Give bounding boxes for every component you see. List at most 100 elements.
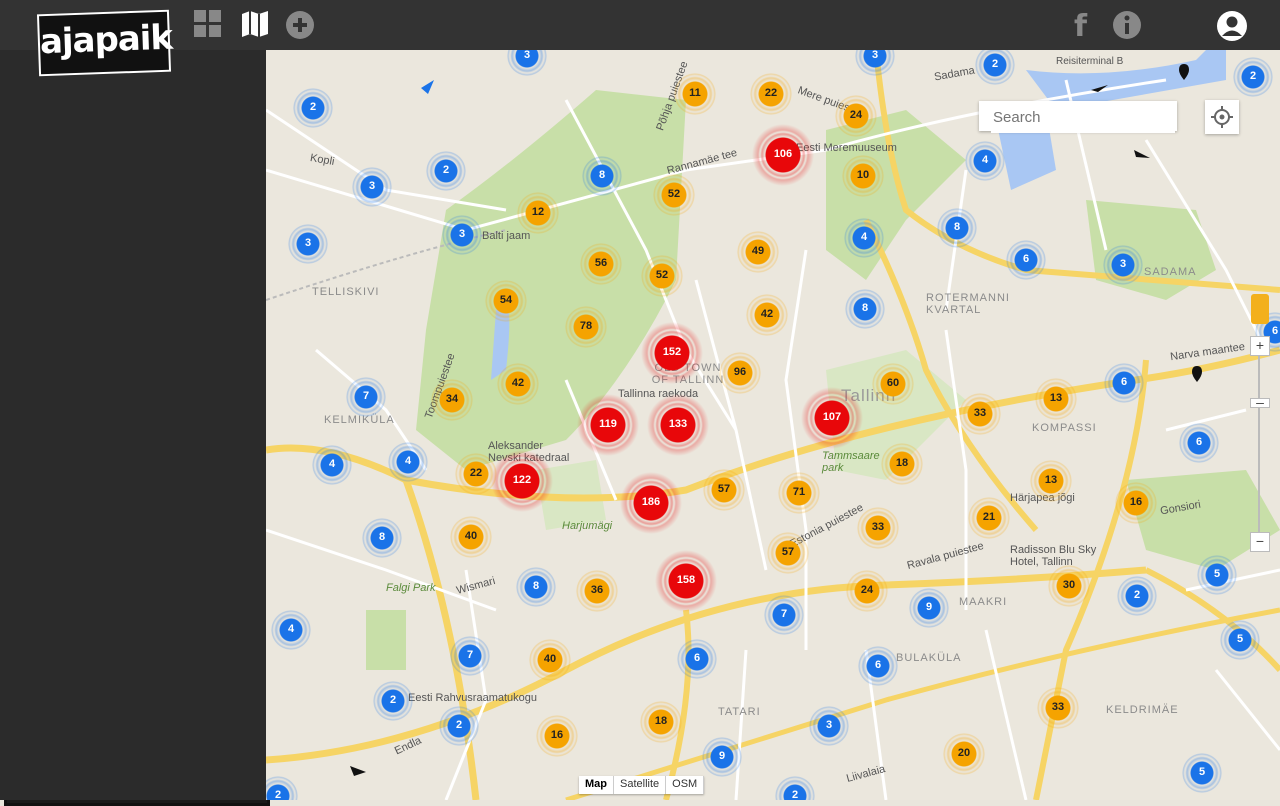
cluster-count: 7 <box>362 390 370 402</box>
photo-cluster-marker[interactable]: 96 <box>719 352 761 394</box>
zoom-track[interactable] <box>1258 356 1260 534</box>
photo-cluster-marker[interactable]: 36 <box>576 570 618 612</box>
photo-cluster-marker[interactable]: 6 <box>858 646 898 686</box>
photo-cluster-marker[interactable]: 8 <box>582 156 622 196</box>
photo-cluster-marker[interactable]: 4 <box>271 610 311 650</box>
add-icon[interactable] <box>285 10 315 45</box>
photo-cluster-marker[interactable]: 33 <box>1037 687 1079 729</box>
photo-cluster-marker[interactable]: 10 <box>842 155 884 197</box>
photo-cluster-marker[interactable]: 9 <box>909 588 949 628</box>
pegman-icon[interactable] <box>1251 294 1269 324</box>
zoom-out-button[interactable]: − <box>1250 532 1270 552</box>
photo-cluster-marker[interactable]: 4 <box>844 218 884 258</box>
photo-cluster-marker[interactable]: 8 <box>362 518 402 558</box>
photo-cluster-marker[interactable]: 8 <box>937 208 977 248</box>
photo-cluster-marker[interactable]: 16 <box>1115 482 1157 524</box>
photo-cluster-marker[interactable]: 71 <box>778 472 820 514</box>
photo-cluster-marker[interactable]: 122 <box>491 450 553 512</box>
photo-cluster-marker[interactable]: 107 <box>801 387 863 449</box>
photo-cluster-marker[interactable]: 6 <box>1104 363 1144 403</box>
zoom-in-button[interactable]: + <box>1250 336 1270 356</box>
photo-cluster-marker[interactable]: 33 <box>959 393 1001 435</box>
photo-cluster-marker[interactable]: 2 <box>1117 576 1157 616</box>
photo-cluster-marker[interactable]: 42 <box>497 363 539 405</box>
photo-cluster-marker[interactable]: 13 <box>1035 378 1077 420</box>
photo-cluster-marker[interactable]: 60 <box>872 363 914 405</box>
map-area[interactable]: Tallinn OLD TOWN OF TALLINN TELLISKIVI R… <box>266 50 1280 800</box>
photo-cluster-marker[interactable]: 8 <box>845 289 885 329</box>
photo-cluster-marker[interactable]: 16 <box>536 715 578 757</box>
map-search-input[interactable] <box>991 101 1175 133</box>
photo-cluster-marker[interactable]: 57 <box>703 469 745 511</box>
photo-cluster-marker[interactable]: 13 <box>1030 460 1072 502</box>
photo-cluster-marker[interactable]: 4 <box>965 141 1005 181</box>
photo-cluster-marker[interactable]: 52 <box>653 174 695 216</box>
photo-cluster-marker[interactable]: 30 <box>1048 565 1090 607</box>
zoom-handle[interactable]: – <box>1250 395 1270 409</box>
photo-cluster-marker[interactable]: 7 <box>764 595 804 635</box>
photo-cluster-marker[interactable]: 21 <box>968 497 1010 539</box>
photo-cluster-marker[interactable]: 6 <box>1006 240 1046 280</box>
photo-cluster-marker[interactable]: 7 <box>346 377 386 417</box>
photo-cluster-marker[interactable]: 5 <box>1220 620 1260 660</box>
photo-cluster-marker[interactable]: 106 <box>752 124 814 186</box>
photo-cluster-marker[interactable]: 3 <box>442 215 482 255</box>
photo-cluster-marker[interactable]: 4 <box>312 445 352 485</box>
grid-icon[interactable] <box>194 10 222 43</box>
photo-cluster-marker[interactable]: 11 <box>674 73 716 115</box>
cluster-count: 5 <box>1198 766 1206 778</box>
photo-cluster-marker[interactable]: 24 <box>835 95 877 137</box>
photo-cluster-marker[interactable]: 8 <box>516 567 556 607</box>
locate-button[interactable] <box>1205 100 1239 134</box>
photo-cluster-marker[interactable]: 133 <box>647 394 709 456</box>
photo-cluster-marker[interactable]: 40 <box>450 516 492 558</box>
map-type-osm[interactable]: OSM <box>666 776 705 794</box>
photo-cluster-marker[interactable]: 33 <box>857 507 899 549</box>
photo-cluster-marker[interactable]: 3 <box>352 167 392 207</box>
photo-cluster-marker[interactable]: 78 <box>565 306 607 348</box>
photo-cluster-marker[interactable]: 3 <box>288 224 328 264</box>
info-icon[interactable] <box>1112 10 1142 45</box>
photo-cluster-marker[interactable]: 24 <box>846 570 888 612</box>
map-icon[interactable] <box>241 10 269 43</box>
photo-cluster-marker[interactable]: 34 <box>431 379 473 421</box>
photo-cluster-marker[interactable]: 4 <box>388 442 428 482</box>
photo-cluster-marker[interactable]: 40 <box>529 639 571 681</box>
photo-cluster-marker[interactable]: 56 <box>580 243 622 285</box>
photo-cluster-marker[interactable]: 22 <box>750 73 792 115</box>
photo-cluster-marker[interactable]: 18 <box>881 443 923 485</box>
photo-cluster-marker[interactable]: 152 <box>641 322 703 384</box>
photo-cluster-marker[interactable]: 186 <box>620 472 682 534</box>
photo-cluster-marker[interactable]: 20 <box>943 733 985 775</box>
photo-cluster-marker[interactable]: 2 <box>293 88 333 128</box>
photo-cluster-marker[interactable]: 3 <box>1103 245 1143 285</box>
photo-cluster-marker[interactable]: 5 <box>1182 753 1222 793</box>
photo-cluster-marker[interactable]: 12 <box>517 192 559 234</box>
cluster-count: 36 <box>590 584 604 596</box>
photo-cluster-marker[interactable]: 3 <box>809 706 849 746</box>
photo-cluster-marker[interactable]: 2 <box>439 706 479 746</box>
zoom-slider[interactable]: + – − <box>1250 336 1270 552</box>
photo-cluster-marker[interactable]: 7 <box>450 636 490 676</box>
photo-cluster-marker[interactable]: 49 <box>737 231 779 273</box>
photo-cluster-marker[interactable]: 2 <box>373 681 413 721</box>
photo-cluster-marker[interactable]: 5 <box>1197 555 1237 595</box>
photo-cluster-marker[interactable]: 54 <box>485 280 527 322</box>
photo-cluster-marker[interactable]: 158 <box>655 550 717 612</box>
photo-cluster-marker[interactable]: 52 <box>641 255 683 297</box>
photo-cluster-marker[interactable]: 6 <box>677 639 717 679</box>
photo-cluster-marker[interactable]: 57 <box>767 532 809 574</box>
photo-cluster-marker[interactable]: 18 <box>640 701 682 743</box>
photo-cluster-marker[interactable]: 42 <box>746 294 788 336</box>
photo-cluster-marker[interactable]: 6 <box>1179 423 1219 463</box>
map-type-map[interactable]: Map <box>579 776 614 794</box>
facebook-icon[interactable]: f <box>1072 9 1090 45</box>
photo-cluster-marker[interactable]: 2 <box>426 151 466 191</box>
photo-cluster-marker[interactable]: 119 <box>577 394 639 456</box>
map-type-satellite[interactable]: Satellite <box>614 776 667 794</box>
photo-cluster-marker[interactable]: 2 <box>1233 57 1273 97</box>
photo-cluster-marker[interactable]: 9 <box>702 737 742 777</box>
map-search-box[interactable] <box>979 101 1177 133</box>
account-icon[interactable] <box>1216 10 1248 47</box>
ajapaik-logo[interactable]: ajapaik <box>36 9 173 77</box>
